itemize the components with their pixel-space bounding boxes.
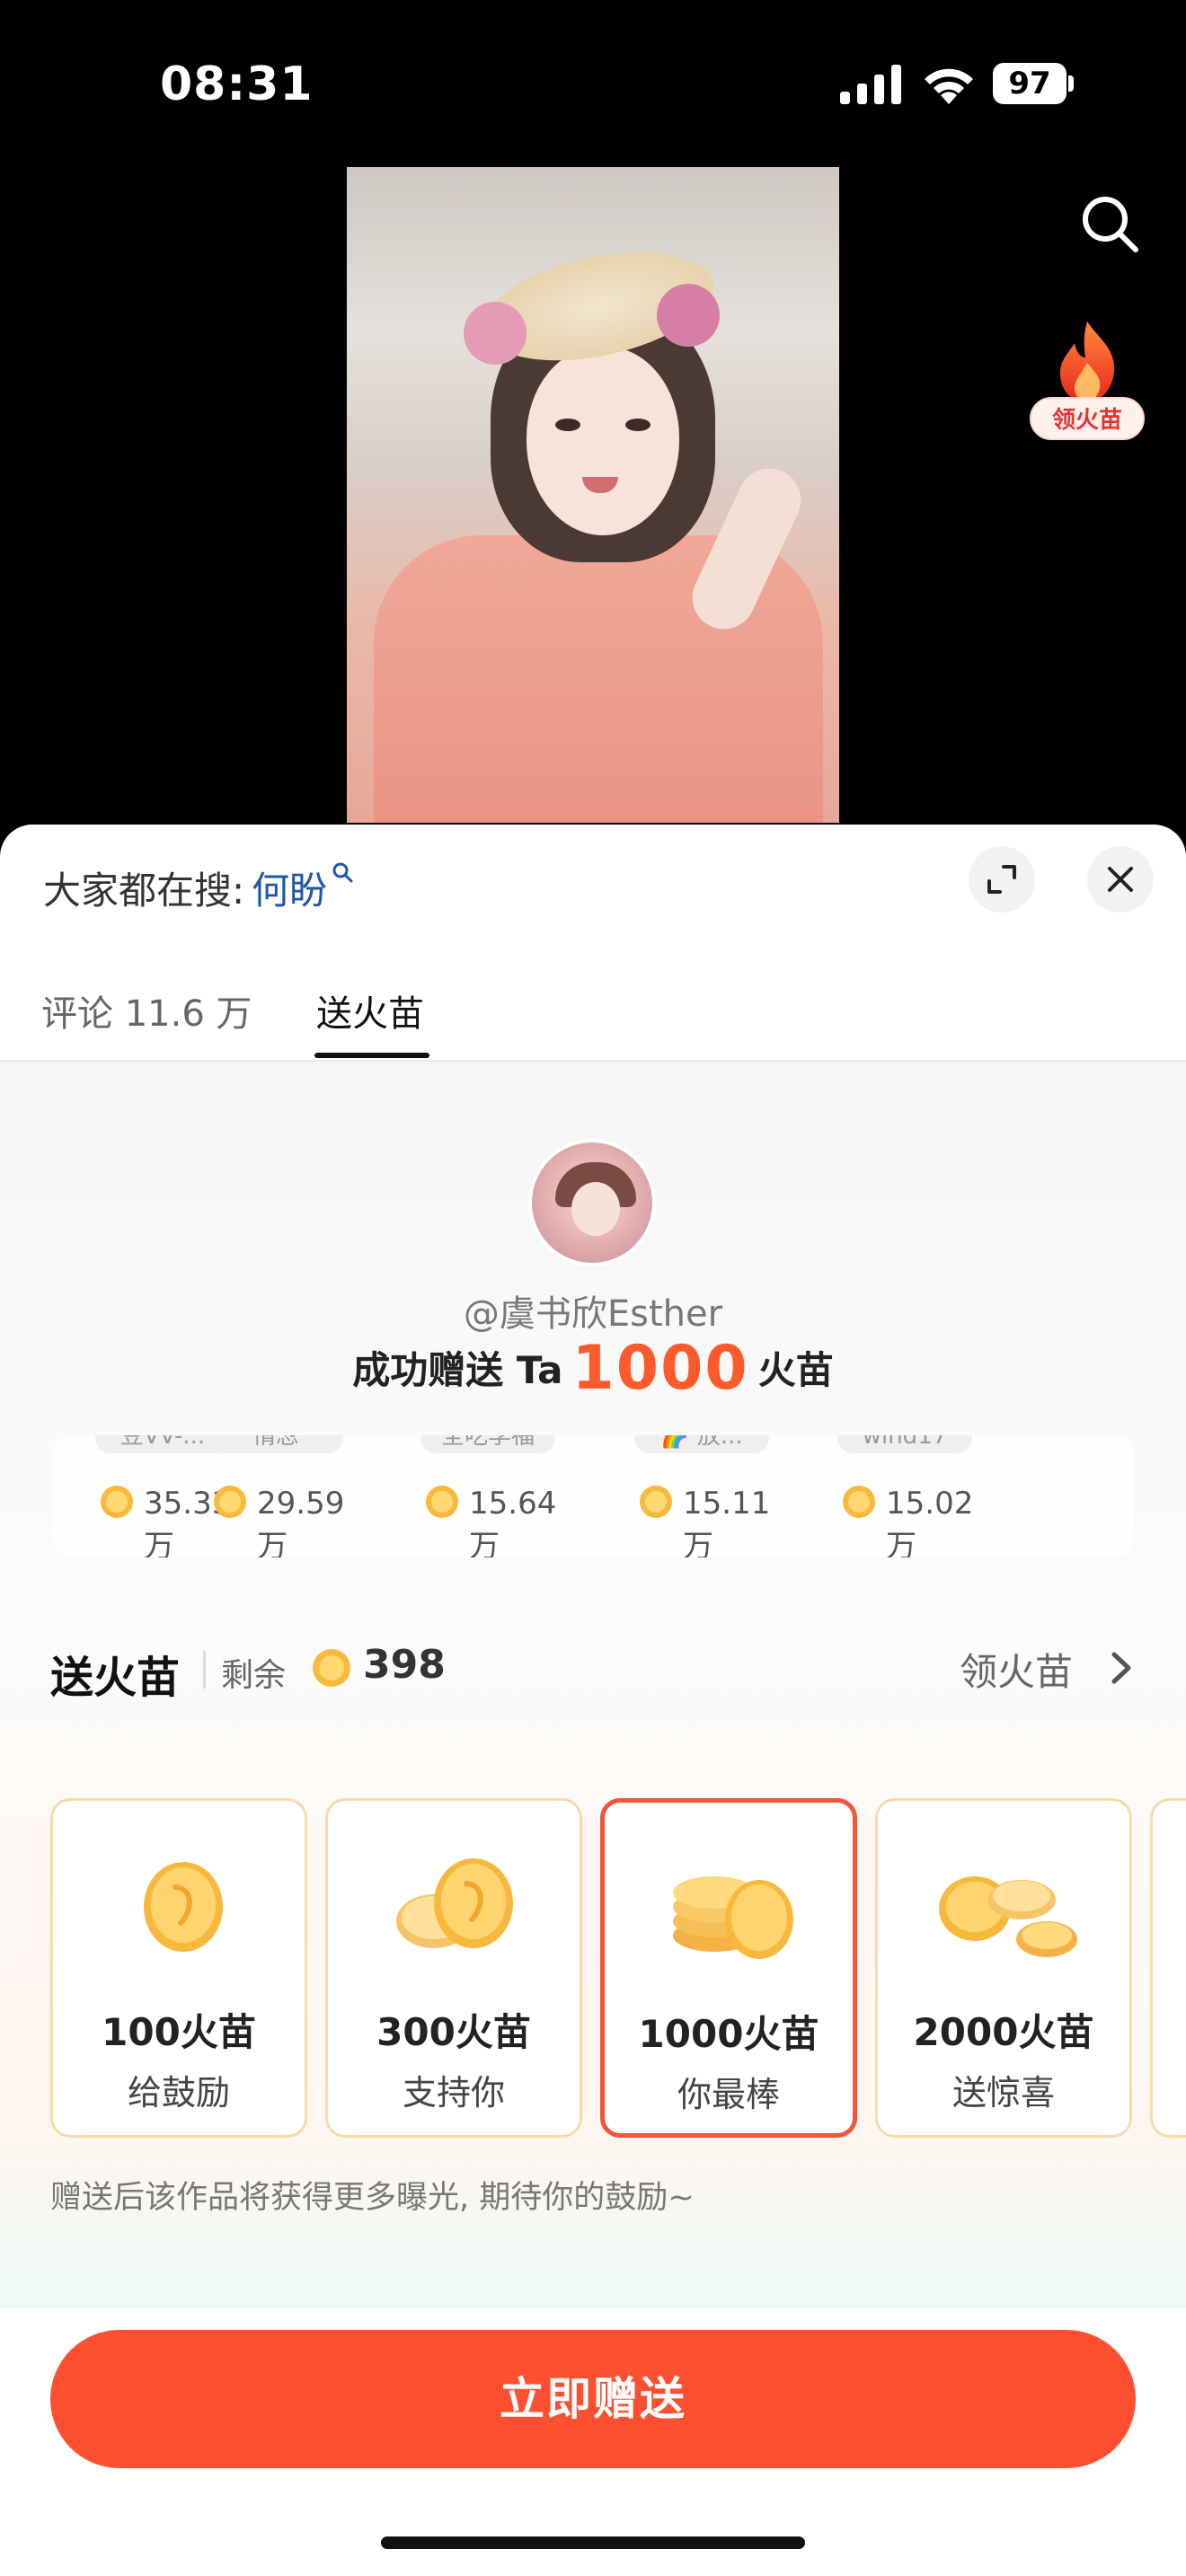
fire-badge-label: 领火苗 (1030, 397, 1145, 440)
creator-username[interactable]: @虞书欣Esther (0, 1284, 1186, 1337)
remaining-value: 398 (363, 1642, 446, 1688)
chevron-right-icon[interactable] (1103, 1649, 1137, 1687)
expand-icon (987, 865, 1016, 894)
gift-amount: 100火苗 (102, 2010, 256, 2054)
tab-send-fire[interactable]: 送火苗 (316, 984, 424, 1037)
gift-option-1000[interactable]: 1000火苗 你最棒 (600, 1798, 857, 2138)
ranking-item[interactable]: wind17 15.02万 (794, 1435, 992, 1557)
gift-option-100[interactable]: 100火苗 给鼓励 (50, 1798, 307, 2138)
video-figure-face (527, 347, 679, 535)
ranking-value: 15.64万 (469, 1486, 557, 1557)
gift-option-2000[interactable]: 2000火苗 送惊喜 (875, 1798, 1132, 2138)
gift-success-message: 成功赠送 Ta 1000 火苗 (352, 1333, 834, 1404)
expand-button[interactable] (969, 846, 1035, 913)
ranking-name: 惰忽 (208, 1435, 343, 1453)
flame-icon (1060, 322, 1115, 402)
ranking-item[interactable]: 🌈 放... 15.11万 (591, 1435, 789, 1557)
battery-icon: 97 (993, 63, 1074, 104)
coin-pile-icon (939, 1876, 1077, 1957)
ranking-name: 全吃李福 (420, 1435, 555, 1453)
gift-option-more[interactable] (1150, 1798, 1186, 2138)
remaining-label: 剩余 (221, 1657, 287, 1694)
sheet-tabs: 评论 11.6 万 送火苗 (0, 959, 1186, 1062)
ranking-name: wind17 (837, 1435, 972, 1453)
trending-label: 大家都在搜: (43, 869, 245, 913)
trending-keyword[interactable]: 何盼 (252, 869, 327, 913)
ranking-value: 15.02万 (886, 1486, 974, 1557)
gift-success-amount: 1000 (571, 1333, 749, 1404)
cellular-signal-icon (840, 65, 901, 104)
status-time: 08:31 (160, 57, 314, 111)
tab-comments[interactable]: 评论 11.6 万 (41, 984, 252, 1037)
wifi-icon (925, 68, 973, 104)
fire-coin-icon (214, 1486, 246, 1518)
ranking-name: 🌈 放... (634, 1435, 769, 1453)
fire-coin-icon (426, 1486, 458, 1518)
gift-sheet: 大家都在搜: 何盼 评论 11.6 万 送火苗 @虞书欣Esther 成功赠送 T… (0, 825, 1186, 2576)
gift-caption: 支持你 (402, 2073, 505, 2113)
gift-amount: 300火苗 (376, 2010, 531, 2054)
ranking-value: 15.11万 (683, 1486, 771, 1557)
video-player[interactable] (347, 167, 839, 823)
search-small-icon (332, 862, 353, 883)
gift-amount: 2000火苗 (913, 2010, 1094, 2054)
ranking-item[interactable]: 惰忽 29.59万 (165, 1435, 363, 1557)
send-now-button[interactable]: 立即赠送 (50, 2330, 1136, 2468)
two-coins-icon (396, 1858, 513, 1948)
battery-level: 97 (993, 63, 1067, 104)
fire-coin-icon (101, 1486, 133, 1518)
fire-coin-icon (313, 1649, 350, 1687)
status-bar: 08:31 97 (0, 0, 1186, 171)
avatar[interactable] (528, 1139, 656, 1266)
divider (203, 1651, 206, 1689)
fire-reward-badge[interactable]: 领火苗 (1026, 318, 1148, 444)
gift-amount: 1000火苗 (638, 2012, 819, 2056)
ranking-value: 29.59万 (257, 1486, 345, 1557)
gift-options: 100火苗 给鼓励 300火苗 支持你 1000火苗 你最棒 2000火苗 送惊… (0, 1798, 1186, 2139)
gift-caption: 给鼓励 (127, 2073, 230, 2113)
home-indicator[interactable] (381, 2536, 805, 2549)
close-icon (1108, 867, 1133, 892)
coin-stack-icon (673, 1876, 793, 1959)
trending-search[interactable]: 大家都在搜: 何盼 (43, 860, 354, 915)
close-button[interactable] (1087, 846, 1154, 913)
gift-section-title: 送火苗 (50, 1653, 181, 1703)
get-fire-link[interactable]: 领火苗 (960, 1642, 1073, 1697)
ranking-item[interactable]: 全吃李福 15.64万 (377, 1435, 575, 1557)
search-icon[interactable] (1078, 192, 1141, 255)
gift-option-300[interactable]: 300火苗 支持你 (325, 1798, 582, 2138)
gift-hint: 赠送后该作品将获得更多曝光, 期待你的鼓励~ (50, 2180, 695, 2216)
fire-coin-icon (843, 1486, 875, 1518)
gift-caption: 你最棒 (677, 2075, 780, 2114)
fire-coin-icon (640, 1486, 672, 1518)
gift-caption: 送惊喜 (951, 2073, 1055, 2113)
single-coin-icon (144, 1862, 223, 1952)
gift-ranking-list: 豆VV-... 35.33万 惰忽 29.59万 全吃李福 15.64万 🌈 放… (52, 1435, 1134, 1557)
active-tab-indicator (314, 1053, 429, 1058)
